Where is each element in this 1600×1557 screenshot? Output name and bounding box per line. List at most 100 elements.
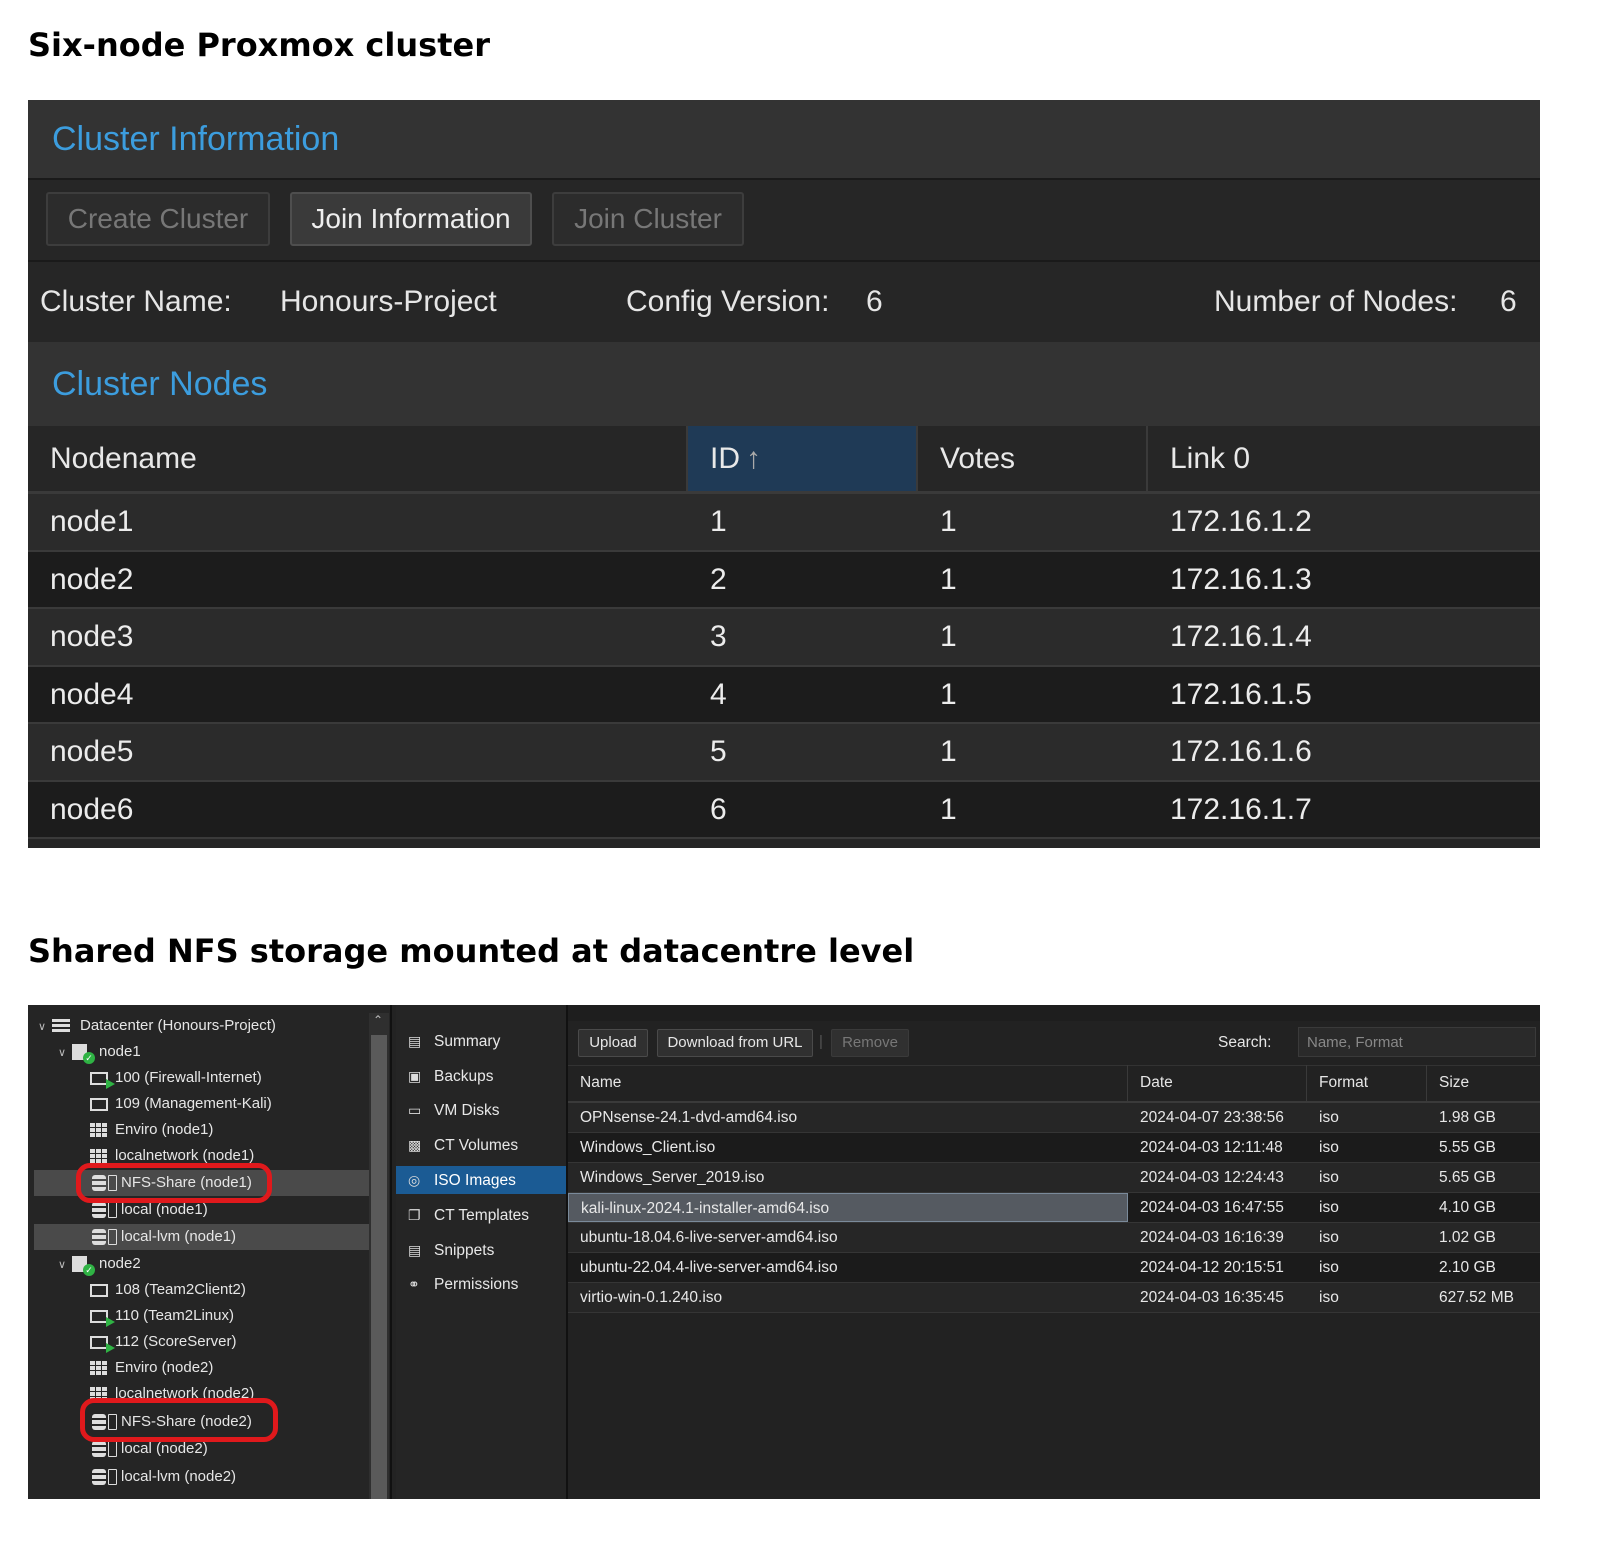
menu-item-backups[interactable]: ▣ Backups	[396, 1062, 566, 1090]
tree-item-label: local-lvm (node2)	[121, 1468, 237, 1485]
storage-panel: ∨ Datacenter (Honours-Project) ∨ ✓ node1 10…	[28, 1005, 1540, 1499]
tree-item-enviro-node2[interactable]: Enviro (node2)	[90, 1355, 213, 1381]
node-online-icon: ✓	[72, 1044, 95, 1065]
tree-item-vm-110[interactable]: 110 (Team2Linux)	[90, 1303, 234, 1329]
join-cluster-button[interactable]: Join Cluster	[552, 192, 744, 246]
storage-device-icon	[108, 1469, 117, 1486]
tree-item-datacenter[interactable]: ∨ Datacenter (Honours-Project)	[38, 1013, 276, 1039]
tree-item-node1[interactable]: ∨ ✓ node1	[58, 1039, 141, 1065]
node-id: 4	[710, 677, 727, 711]
cluster-panel: Cluster Information Create Cluster Join …	[28, 100, 1540, 848]
tree-scrollbar[interactable]: ⌃	[369, 1013, 389, 1499]
file-size: 4.10 GB	[1439, 1199, 1496, 1216]
node-votes: 1	[940, 677, 957, 711]
menu-item-snippets[interactable]: ▤ Snippets	[396, 1236, 566, 1264]
node-id: 6	[710, 792, 727, 826]
scroll-up-icon[interactable]: ⌃	[373, 1013, 383, 1027]
menu-item-permissions[interactable]: ⚭ Permissions	[396, 1270, 566, 1298]
cluster-nodes-header: Nodename ID ↑ Votes Link 0	[28, 426, 1540, 494]
tree-item-label: 108 (Team2Client2)	[115, 1281, 246, 1298]
tree-item-vm-109[interactable]: 109 (Management-Kali)	[90, 1091, 272, 1117]
toolbar-separator: |	[819, 1033, 823, 1050]
tree-item-local-lvm-node1[interactable]: local-lvm (node1)	[34, 1224, 369, 1250]
file-name: Windows_Client.iso	[580, 1139, 716, 1156]
search-input[interactable]	[1298, 1027, 1536, 1057]
tree-item-label: 100 (Firewall-Internet)	[115, 1069, 262, 1086]
tree-item-label: Enviro (node1)	[115, 1121, 214, 1138]
node-link: 172.16.1.3	[1170, 562, 1312, 596]
node-votes: 1	[940, 620, 957, 653]
column-header-nodename[interactable]: Nodename	[28, 426, 688, 491]
table-row[interactable]: node4 4 1 172.16.1.5	[28, 666, 1540, 724]
column-header-votes[interactable]: Votes	[918, 426, 1148, 491]
menu-item-label: VM Disks	[434, 1102, 500, 1119]
tree-item-local-lvm-node2[interactable]: local-lvm (node2)	[92, 1464, 236, 1490]
file-name: kali-linux-2024.1-installer-amd64.iso	[568, 1193, 1128, 1222]
column-header-link0[interactable]: Link 0	[1148, 426, 1540, 491]
node-votes: 1	[940, 792, 957, 826]
iso-toolbar: Upload Download from URL | Remove Search…	[568, 1021, 1540, 1066]
container-volume-icon: ▩	[408, 1137, 422, 1153]
file-date: 2024-04-03 12:24:43	[1140, 1169, 1284, 1186]
vm-running-icon	[90, 1071, 115, 1089]
join-information-button[interactable]: Join Information	[290, 192, 532, 246]
column-header-format[interactable]: Format	[1307, 1065, 1427, 1101]
template-icon: ❐	[408, 1207, 421, 1223]
chevron-down-icon[interactable]: ∨	[38, 1014, 50, 1040]
storage-icon	[92, 1229, 106, 1246]
file-size: 5.65 GB	[1439, 1169, 1496, 1186]
menu-item-vm-disks[interactable]: ▭ VM Disks	[396, 1096, 566, 1124]
file-size: 1.02 GB	[1439, 1229, 1496, 1246]
table-row[interactable]: ubuntu-22.04.4-live-server-amd64.iso 202…	[568, 1253, 1540, 1283]
file-date: 2024-04-03 16:47:55	[1140, 1199, 1284, 1216]
table-row[interactable]: node6 6 1 172.16.1.7	[28, 781, 1540, 839]
table-row[interactable]: ubuntu-18.04.6-live-server-amd64.iso 202…	[568, 1223, 1540, 1253]
node-name: node2	[50, 562, 134, 596]
floppy-icon: ▣	[408, 1068, 422, 1084]
tree-item-label: 109 (Management-Kali)	[115, 1095, 272, 1112]
number-of-nodes-label: Number of Nodes:	[1214, 285, 1458, 318]
chevron-down-icon[interactable]: ∨	[58, 1040, 70, 1066]
node-link: 172.16.1.2	[1170, 505, 1312, 538]
tree-item-vm-112[interactable]: 112 (ScoreServer)	[90, 1329, 236, 1355]
storage-device-icon	[108, 1202, 117, 1219]
file-format: iso	[1319, 1259, 1339, 1276]
column-header-id[interactable]: ID ↑	[688, 426, 918, 491]
column-header-date[interactable]: Date	[1128, 1065, 1307, 1101]
download-from-url-button[interactable]: Download from URL	[657, 1029, 813, 1057]
chevron-down-icon[interactable]: ∨	[58, 1252, 70, 1278]
table-row[interactable]: virtio-win-0.1.240.iso 2024-04-03 16:35:…	[568, 1283, 1540, 1313]
table-row[interactable]: node2 2 1 172.16.1.3	[28, 551, 1540, 609]
tree-item-vm-108[interactable]: 108 (Team2Client2)	[90, 1277, 246, 1303]
menu-item-label: Summary	[434, 1033, 501, 1050]
column-header-name[interactable]: Name	[568, 1065, 1128, 1101]
table-row[interactable]: node5 5 1 172.16.1.6	[28, 724, 1540, 782]
tree-item-node2[interactable]: ∨ ✓ node2	[58, 1251, 141, 1277]
menu-item-iso-images[interactable]: ◎ ISO Images	[396, 1166, 566, 1194]
table-row[interactable]: node3 3 1 172.16.1.4	[28, 609, 1540, 667]
node-votes: 1	[940, 562, 957, 596]
table-row[interactable]: node1 1 1 172.16.1.2	[28, 494, 1540, 552]
node-name: node6	[50, 792, 134, 826]
storage-heading: Shared NFS storage mounted at datacentre…	[28, 932, 915, 970]
menu-item-ct-volumes[interactable]: ▩ CT Volumes	[396, 1131, 566, 1159]
create-cluster-button[interactable]: Create Cluster	[46, 192, 270, 246]
table-row[interactable]: Windows_Server_2019.iso 2024-04-03 12:24…	[568, 1163, 1540, 1193]
table-row[interactable]: OPNsense-24.1-dvd-amd64.iso 2024-04-07 2…	[568, 1103, 1540, 1133]
table-row[interactable]: Windows_Client.iso 2024-04-03 12:11:48 i…	[568, 1133, 1540, 1163]
file-format: iso	[1319, 1199, 1339, 1216]
tree-item-vm-100[interactable]: 100 (Firewall-Internet)	[90, 1065, 262, 1091]
storage-device-icon	[108, 1229, 117, 1246]
upload-button[interactable]: Upload	[578, 1029, 648, 1057]
iso-images-content: Upload Download from URL | Remove Search…	[568, 1021, 1540, 1499]
cluster-name-value: Honours-Project	[280, 285, 497, 318]
menu-item-ct-templates[interactable]: ❐ CT Templates	[396, 1201, 566, 1229]
cluster-toolbar: Create Cluster Join Information Join Clu…	[28, 178, 1540, 262]
remove-button[interactable]: Remove	[831, 1029, 909, 1057]
tree-item-enviro-node1[interactable]: Enviro (node1)	[90, 1117, 213, 1143]
node-id: 2	[710, 562, 727, 596]
menu-item-summary[interactable]: ▤ Summary	[396, 1027, 566, 1055]
column-header-size[interactable]: Size	[1427, 1065, 1540, 1101]
table-row-selected[interactable]: kali-linux-2024.1-installer-amd64.iso 20…	[568, 1193, 1540, 1223]
scrollbar-thumb[interactable]	[371, 1035, 387, 1499]
